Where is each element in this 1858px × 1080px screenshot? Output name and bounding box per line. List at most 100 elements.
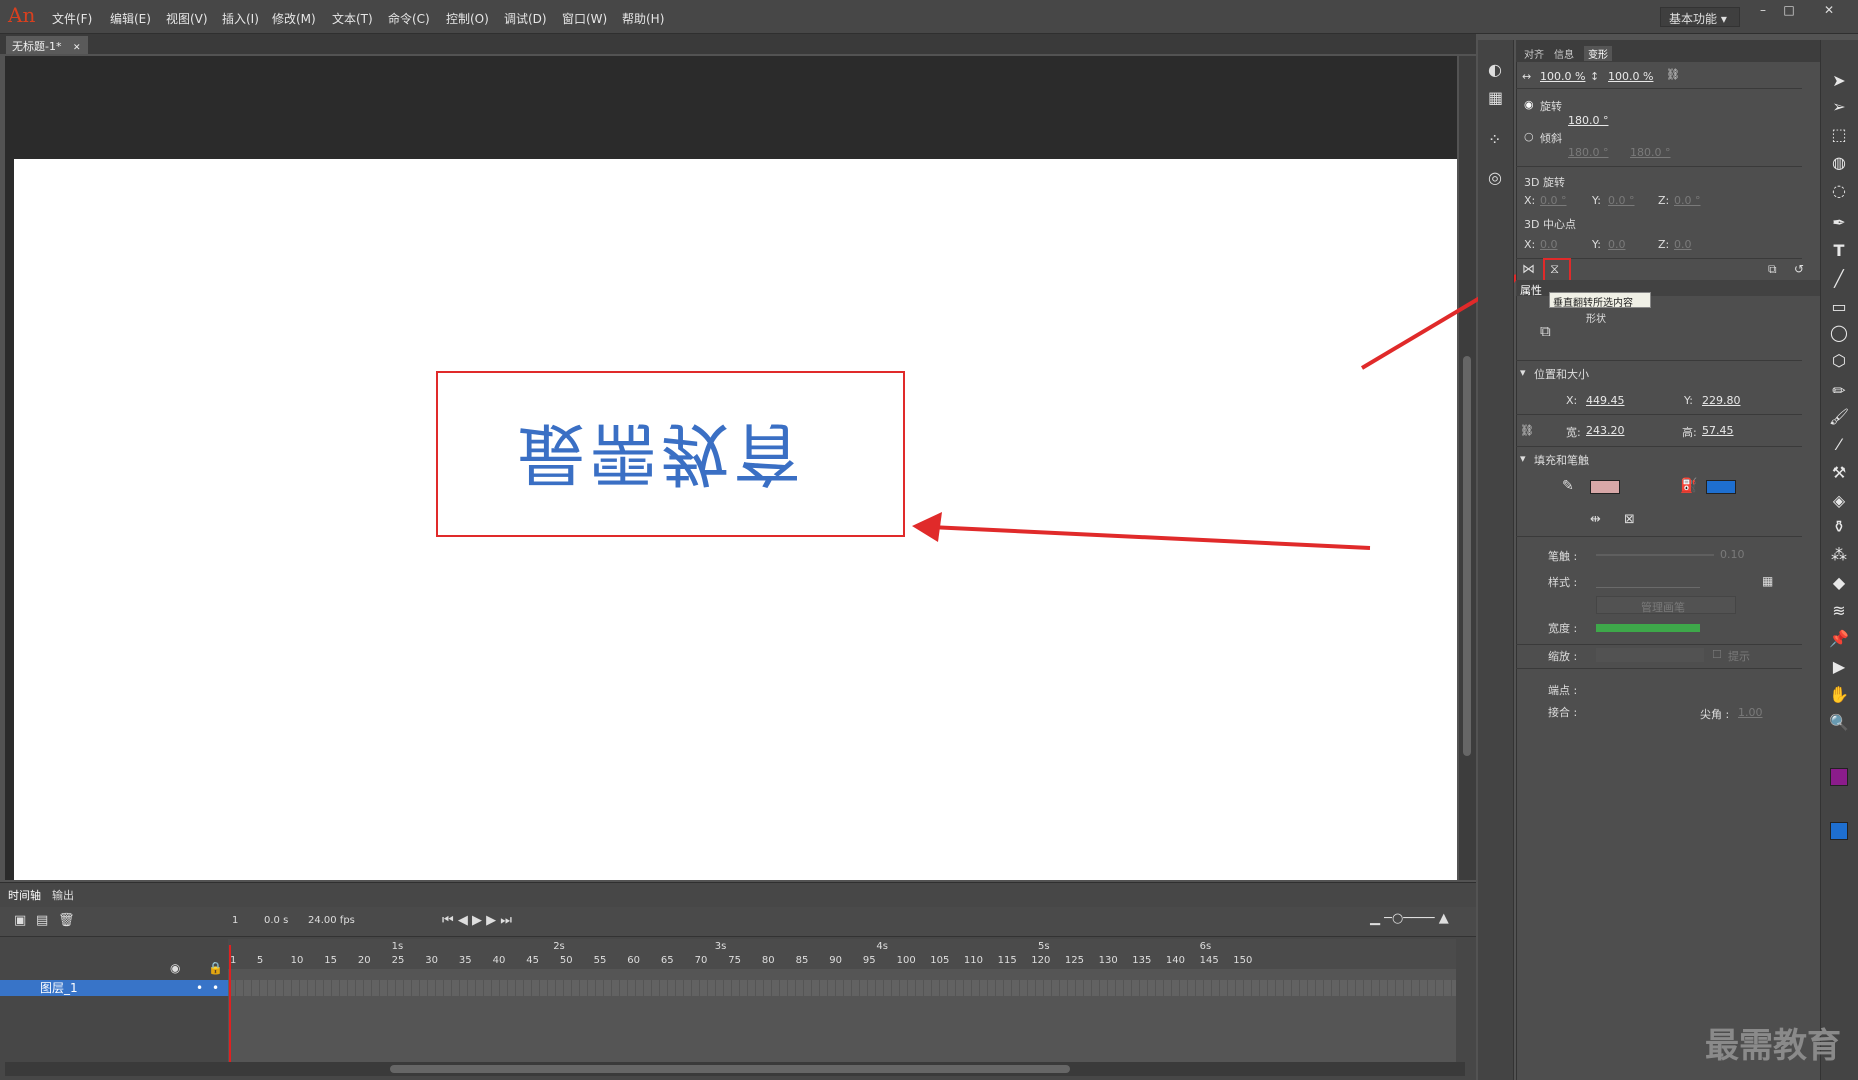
c3d-z-value[interactable]: 0.0 <box>1674 238 1692 251</box>
lock-ratio-icon[interactable]: ⛓ <box>1520 424 1534 437</box>
cc-libraries-icon[interactable]: ◎ <box>1488 168 1502 187</box>
new-layer-icon[interactable]: ▣ <box>14 913 26 928</box>
rotate-value[interactable]: 180.0 ° <box>1568 114 1609 127</box>
stroke-value[interactable]: 0.10 <box>1720 548 1745 561</box>
subselection-tool-icon[interactable]: ➢ <box>1826 96 1852 118</box>
eye-icon[interactable]: ◉ <box>170 961 180 975</box>
miter-value[interactable]: 1.00 <box>1738 706 1763 719</box>
lasso-icon[interactable]: ◌ <box>1826 180 1852 202</box>
layer-lock-dot[interactable]: • <box>212 980 219 996</box>
new-folder-icon[interactable]: ▤ <box>36 913 48 928</box>
frame-number: 110 <box>963 955 984 966</box>
copy-transform-icon[interactable]: ⧉ <box>1768 262 1777 277</box>
horizontal-scroll-thumb[interactable] <box>390 1065 1070 1073</box>
frame-number: 90 <box>829 955 842 966</box>
fill-color-tool-swatch[interactable] <box>1830 822 1848 840</box>
c3d-x-value[interactable]: 0.0 <box>1540 238 1558 251</box>
rot3d-y-value[interactable]: 0.0 ° <box>1608 194 1635 207</box>
library-icon[interactable]: ▦ <box>1488 88 1503 107</box>
3d-rotation-icon[interactable]: ◍ <box>1826 152 1852 174</box>
skew-label: 倾斜 <box>1540 132 1562 145</box>
stroke-color-tool-swatch[interactable] <box>1830 768 1848 786</box>
c3d-y-value[interactable]: 0.0 <box>1608 238 1626 251</box>
position-size-section[interactable]: 位置和大小 <box>1534 366 1589 382</box>
camera-tool-icon[interactable]: ▶ <box>1826 656 1852 678</box>
current-time[interactable]: 0.0 s <box>264 915 288 926</box>
line-tool-icon[interactable]: ╱ <box>1826 268 1852 290</box>
free-transform-icon[interactable]: ⬚ <box>1826 124 1852 146</box>
zoom-tool-icon[interactable]: 🔍 <box>1826 712 1852 734</box>
hint-checkbox-icon[interactable]: ☐ <box>1712 648 1722 661</box>
swap-colors-icon[interactable]: ⇹ <box>1590 512 1601 527</box>
hand-tool-icon[interactable]: ✋ <box>1826 684 1852 706</box>
rot3d-z-value[interactable]: 0.0 ° <box>1674 194 1701 207</box>
width-tool-icon[interactable]: ≋ <box>1826 600 1852 622</box>
rot3d-x-value[interactable]: 0.0 ° <box>1540 194 1567 207</box>
skew-v-value[interactable]: 180.0 ° <box>1630 146 1671 159</box>
ink-bottle-icon[interactable]: ⚱ <box>1826 516 1852 538</box>
tab-info[interactable]: 信息 <box>1554 46 1574 61</box>
fill-stroke-section[interactable]: 填充和笔触 <box>1534 452 1589 468</box>
tab-properties[interactable]: 属性 <box>1520 282 1542 298</box>
playhead[interactable] <box>229 945 231 1071</box>
fill-color-swatch[interactable] <box>1706 480 1736 494</box>
skew-h-value[interactable]: 180.0 ° <box>1568 146 1609 159</box>
frame-number: 20 <box>357 955 371 966</box>
stroke-slider[interactable] <box>1596 554 1714 556</box>
motion-presets-icon[interactable]: ⁘ <box>1488 130 1501 149</box>
scale-dropdown[interactable] <box>1596 648 1704 662</box>
eyedropper-icon[interactable]: ⁂ <box>1826 544 1852 566</box>
frame-number: 55 <box>593 955 607 966</box>
tab-output[interactable]: 输出 <box>52 887 74 903</box>
current-frame[interactable]: 1 <box>232 915 238 926</box>
brush-icon[interactable]: ▦ <box>1762 574 1773 588</box>
pin-tool-icon[interactable]: 📌 <box>1826 628 1852 650</box>
constrain-link-icon[interactable]: ⛓ <box>1666 68 1680 81</box>
rotate-radio-icon[interactable]: ◉ <box>1524 98 1534 111</box>
pen-tool-icon[interactable]: ✒ <box>1826 212 1852 234</box>
bone-tool-icon[interactable]: ⚒ <box>1826 462 1852 484</box>
eraser-icon[interactable]: ◆ <box>1826 572 1852 594</box>
frame-ruler[interactable]: 1 5 10 15 20 25 30 35 40 45 50 55 60 65 70 75 80 85 90 95 10… <box>228 939 1456 969</box>
reset-transform-icon[interactable]: ↺ <box>1794 262 1804 276</box>
paint-brush-icon[interactable]: 🖌 <box>1826 406 1852 428</box>
delete-icon[interactable]: 🗑 <box>58 913 75 928</box>
polystar-tool-icon[interactable]: ⬡ <box>1826 350 1852 372</box>
layer-frames-row[interactable] <box>228 980 1456 996</box>
frame-rate[interactable]: 24.00 fps <box>308 915 355 926</box>
paint-bucket-tool-icon[interactable]: ◈ <box>1826 490 1852 512</box>
scale-height-value[interactable]: 100.0 % <box>1608 70 1653 83</box>
width-profile-dropdown[interactable] <box>1596 624 1700 632</box>
text-tool-icon[interactable]: T <box>1826 240 1852 262</box>
scale-width-value[interactable]: 100.0 % <box>1540 70 1585 83</box>
tab-transform[interactable]: 变形 <box>1584 46 1612 61</box>
tab-timeline[interactable]: 时间轴 <box>8 887 41 903</box>
height-value[interactable]: 57.45 <box>1702 424 1734 437</box>
oval-tool-icon[interactable]: ◯ <box>1826 322 1852 344</box>
manage-brush-button[interactable]: 管理画笔 <box>1596 596 1736 614</box>
y-value[interactable]: 229.80 <box>1702 394 1741 407</box>
flip-horizontal-icon[interactable]: ⋈ <box>1522 262 1535 277</box>
frame-number: 65 <box>660 955 674 966</box>
section-toggle-icon[interactable]: ▾ <box>1520 366 1526 379</box>
frame-number: 145 <box>1199 955 1219 966</box>
lock-icon[interactable]: 🔒 <box>208 961 223 975</box>
skew-radio-icon[interactable]: ○ <box>1524 130 1534 143</box>
pencil-tool-icon[interactable]: ✏ <box>1826 380 1852 402</box>
frame-number: 30 <box>425 955 438 966</box>
playback-controls-icon[interactable]: ⏮ ◀ ▶ ▶ ⏭ <box>442 913 512 928</box>
section-toggle-icon[interactable]: ▾ <box>1520 452 1526 465</box>
width-value[interactable]: 243.20 <box>1586 424 1625 437</box>
zoom-slider-icon[interactable]: ▁ ─○──── ▲ <box>1370 911 1449 926</box>
no-color-icon[interactable]: ⊠ <box>1624 512 1635 527</box>
rectangle-tool-icon[interactable]: ▭ <box>1826 296 1852 318</box>
layer-visible-dot[interactable]: • <box>196 980 203 996</box>
brush-tool-icon[interactable]: ⁄ <box>1826 434 1852 456</box>
color-icon[interactable]: ◐ <box>1488 60 1502 79</box>
style-dropdown[interactable] <box>1596 572 1700 588</box>
selection-tool-icon[interactable]: ➤ <box>1826 70 1852 92</box>
layer-row[interactable]: 图层_1 • • <box>0 980 228 996</box>
stroke-color-swatch[interactable] <box>1590 480 1620 494</box>
x-value[interactable]: 449.45 <box>1586 394 1625 407</box>
tab-align[interactable]: 对齐 <box>1524 46 1544 61</box>
